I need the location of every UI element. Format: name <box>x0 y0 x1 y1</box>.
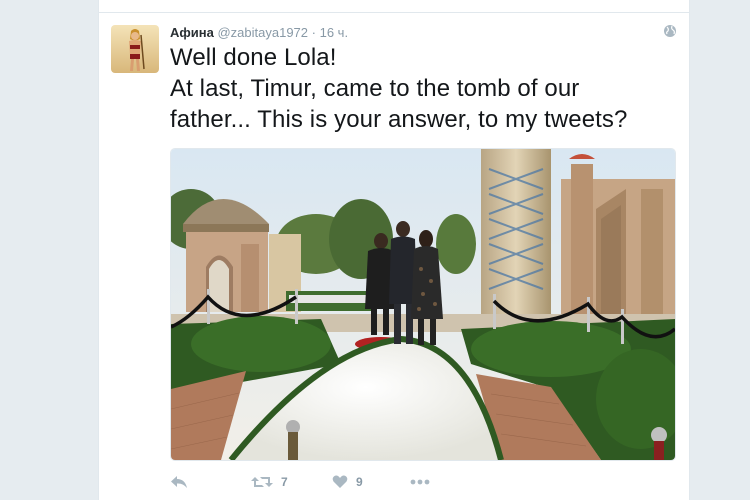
author-username[interactable]: @zabitaya1972 <box>217 25 308 40</box>
separator: · <box>311 25 316 40</box>
tweet-header: Афина @zabitaya1972 · 16 ч. <box>170 25 348 41</box>
avatar[interactable] <box>111 25 159 73</box>
reply-icon <box>170 475 188 489</box>
like-button[interactable]: 9 <box>332 470 363 494</box>
more-button[interactable] <box>410 470 430 494</box>
tweet-card: Афина @zabitaya1972 · 16 ч. Well done Lo… <box>98 0 690 500</box>
tweet-photo[interactable] <box>170 148 676 461</box>
tweet-line: father... This is your answer, to my twe… <box>170 106 628 133</box>
heart-icon <box>332 475 348 489</box>
tweet-timestamp[interactable]: 16 ч. <box>320 25 348 40</box>
reply-button[interactable] <box>170 470 188 494</box>
retweet-icon <box>251 475 273 489</box>
like-count: 9 <box>356 475 363 489</box>
author-name[interactable]: Афина <box>170 25 214 40</box>
tweet-text: Well done Lola! At last, Timur, came to … <box>170 42 682 135</box>
divider <box>99 12 689 13</box>
tweet-line: Well done Lola! <box>170 44 337 71</box>
tweet-line: At last, Timur, came to the tomb of our <box>170 75 580 102</box>
globe-icon <box>663 24 677 38</box>
more-icon <box>410 479 430 485</box>
tweet-actions: 7 9 <box>170 470 680 494</box>
retweet-count: 7 <box>281 475 288 489</box>
retweet-button[interactable]: 7 <box>251 470 288 494</box>
